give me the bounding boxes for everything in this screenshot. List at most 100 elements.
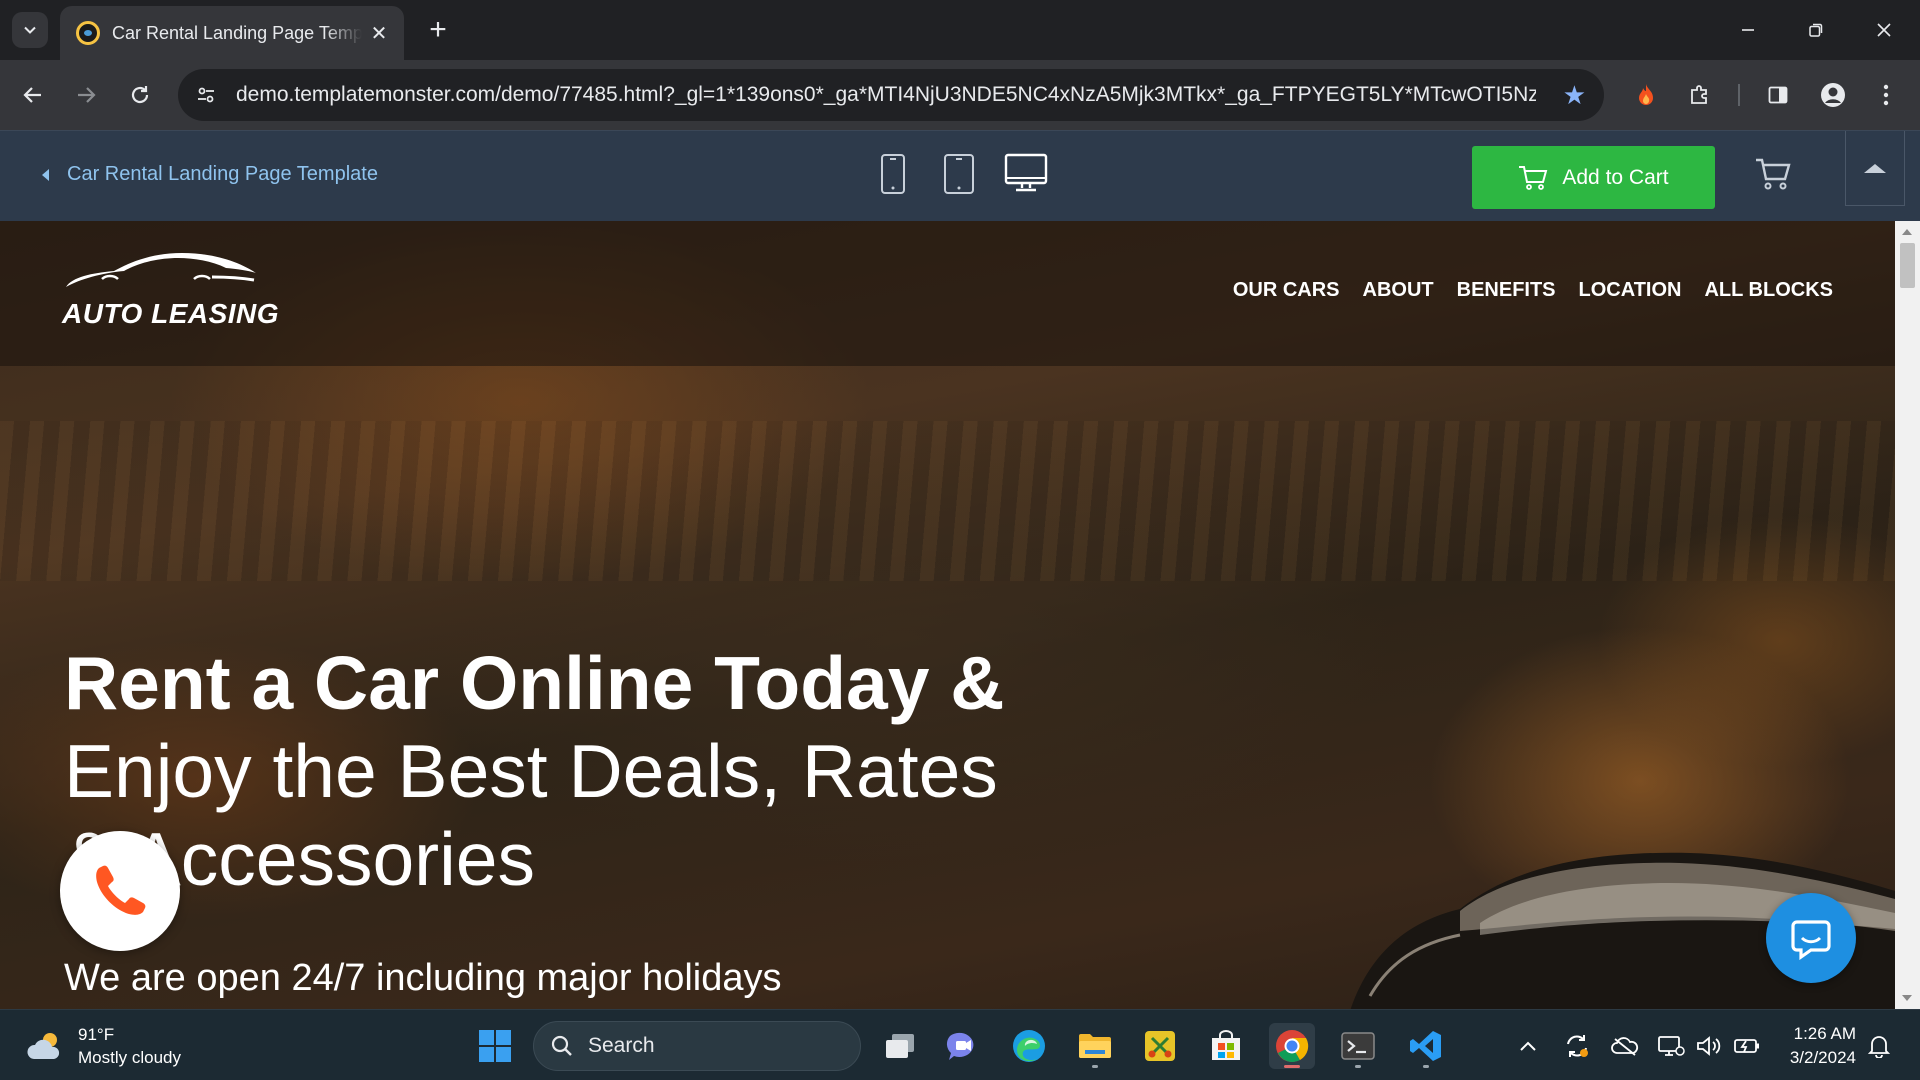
car-silhouette-logo-icon — [66, 253, 256, 287]
nav-benefits[interactable]: BENEFITS — [1457, 279, 1556, 302]
taskbar-search[interactable]: Search — [533, 1021, 861, 1071]
reload-button[interactable] — [122, 77, 158, 113]
start-button[interactable] — [472, 1023, 518, 1069]
hero-subtitle: We are open 24/7 including major holiday… — [64, 957, 782, 999]
live-chat-button[interactable] — [1766, 893, 1856, 983]
add-to-cart-button[interactable]: Add to Cart — [1472, 146, 1715, 209]
terminal-icon — [1341, 1032, 1375, 1060]
sync-icon — [1567, 1035, 1588, 1057]
speaker-icon — [1697, 1036, 1721, 1056]
bell-icon — [1868, 1036, 1890, 1058]
caret-left-icon — [42, 168, 49, 181]
site-nav: OUR CARS ABOUT BENEFITS LOCATION ALL BLO… — [1233, 279, 1833, 302]
active-indicator — [1284, 1065, 1300, 1068]
store-icon — [1212, 1030, 1240, 1060]
taskbar-search-label: Search — [588, 1034, 655, 1057]
tab-close-icon[interactable]: ✕ — [366, 20, 392, 46]
collapse-bar-button[interactable] — [1845, 131, 1905, 206]
tablet-icon — [944, 154, 974, 194]
notifications-button[interactable] — [1866, 1032, 1892, 1060]
chrome-icon — [1276, 1030, 1309, 1062]
template-name: Car Rental Landing Page Template — [67, 163, 378, 185]
profile-avatar-icon[interactable] — [1815, 77, 1851, 113]
forward-button[interactable] — [68, 77, 104, 113]
close-window-button[interactable] — [1866, 12, 1902, 48]
chrome-menu-icon[interactable] — [1868, 77, 1904, 113]
teams-chat-button[interactable] — [940, 1023, 986, 1069]
arrow-right-icon — [78, 87, 96, 103]
tab-search-button[interactable] — [12, 12, 48, 48]
weather-widget[interactable]: 91°F Mostly cloudy — [26, 1023, 181, 1069]
cart-button[interactable] — [1755, 157, 1791, 196]
bookmark-star-icon[interactable]: ★ — [1563, 81, 1586, 109]
scroll-thumb[interactable] — [1900, 243, 1915, 288]
show-hidden-icons-button[interactable] — [1516, 1032, 1540, 1060]
network-tray-icon[interactable] — [1656, 1032, 1686, 1060]
back-button[interactable] — [15, 77, 51, 113]
clock-time: 1:26 AM — [1793, 1024, 1856, 1043]
scroll-up-arrow-icon[interactable] — [1902, 229, 1912, 235]
task-view-icon — [886, 1034, 914, 1058]
restore-button[interactable] — [1798, 12, 1834, 48]
onedrive-tray-icon[interactable] — [1610, 1032, 1640, 1060]
scroll-down-arrow-icon[interactable] — [1902, 995, 1912, 1001]
chevron-down-icon — [24, 26, 36, 34]
microsoft-store-button[interactable] — [1203, 1023, 1249, 1069]
mobile-icon — [881, 154, 905, 194]
taskbar-clock[interactable]: 1:26 AM 3/2/2024 — [1772, 1022, 1856, 1070]
site-logo[interactable]: AUTO LEASING — [62, 247, 279, 330]
device-mobile-button[interactable] — [880, 153, 906, 195]
weather-temperature: 91°F — [78, 1025, 115, 1044]
nav-location[interactable]: LOCATION — [1579, 279, 1682, 302]
volume-tray-icon[interactable] — [1694, 1032, 1724, 1060]
hero-background-texture — [0, 421, 1895, 581]
nav-all-blocks[interactable]: ALL BLOCKS — [1704, 279, 1833, 302]
terminal-button[interactable] — [1335, 1023, 1381, 1069]
close-icon — [1877, 23, 1891, 37]
file-explorer-button[interactable] — [1072, 1023, 1118, 1069]
windows-taskbar: 91°F Mostly cloudy Search 1:26 AM 3/2/20… — [0, 1009, 1920, 1080]
running-indicator — [1092, 1065, 1098, 1068]
sync-tray-icon[interactable] — [1562, 1032, 1592, 1060]
running-indicator — [1355, 1065, 1361, 1068]
shopping-cart-icon — [1519, 165, 1548, 190]
nav-our-cars[interactable]: OUR CARS — [1233, 279, 1340, 302]
page-scrollbar[interactable] — [1895, 221, 1920, 1009]
browser-tab-active[interactable]: Car Rental Landing Page Templa ✕ — [60, 6, 404, 60]
extension-fire-icon[interactable] — [1628, 77, 1664, 113]
add-to-cart-label: Add to Cart — [1562, 165, 1669, 189]
device-desktop-button[interactable] — [1004, 153, 1048, 193]
hero-headline-line-1: Rent a Car Online Today & — [64, 641, 1005, 725]
arrow-left-icon — [23, 87, 41, 103]
call-button[interactable] — [60, 831, 180, 951]
site-header: AUTO LEASING OUR CARS ABOUT BENEFITS LOC… — [0, 221, 1895, 366]
address-bar[interactable]: demo.templatemonster.com/demo/77485.html… — [178, 69, 1604, 121]
caret-up-icon — [1864, 163, 1886, 173]
snipping-tool-button[interactable] — [1137, 1023, 1183, 1069]
partly-cloudy-icon — [27, 1033, 60, 1059]
vscode-button[interactable] — [1403, 1023, 1449, 1069]
hero-headline: Rent a Car Online Today & Enjoy the Best… — [64, 639, 1184, 903]
edge-button[interactable] — [1006, 1023, 1052, 1069]
reload-icon — [131, 86, 149, 104]
scissors-icon — [1145, 1031, 1175, 1061]
device-tablet-button[interactable] — [943, 153, 975, 195]
minimize-icon — [1742, 29, 1754, 31]
task-view-button[interactable] — [877, 1023, 923, 1069]
running-indicator — [1423, 1065, 1429, 1068]
logo-text: AUTO LEASING — [62, 298, 280, 329]
hero-headline-line-2: Enjoy the Best Deals, Rates — [64, 729, 998, 813]
chrome-button[interactable] — [1269, 1023, 1315, 1069]
battery-tray-icon[interactable] — [1732, 1032, 1762, 1060]
url-text[interactable]: demo.templatemonster.com/demo/77485.html… — [236, 83, 1536, 107]
extensions-puzzle-icon[interactable] — [1682, 77, 1718, 113]
nav-about[interactable]: ABOUT — [1363, 279, 1434, 302]
minimize-button[interactable] — [1730, 12, 1766, 48]
back-to-template-link[interactable]: Car Rental Landing Page Template — [42, 163, 378, 186]
site-info-button[interactable] — [188, 77, 224, 113]
tab-title: Car Rental Landing Page Templa — [112, 22, 362, 43]
network-icon — [1658, 1036, 1685, 1056]
side-panel-icon[interactable] — [1760, 77, 1796, 113]
browser-toolbar: demo.templatemonster.com/demo/77485.html… — [0, 60, 1920, 130]
new-tab-button[interactable]: + — [422, 13, 454, 46]
